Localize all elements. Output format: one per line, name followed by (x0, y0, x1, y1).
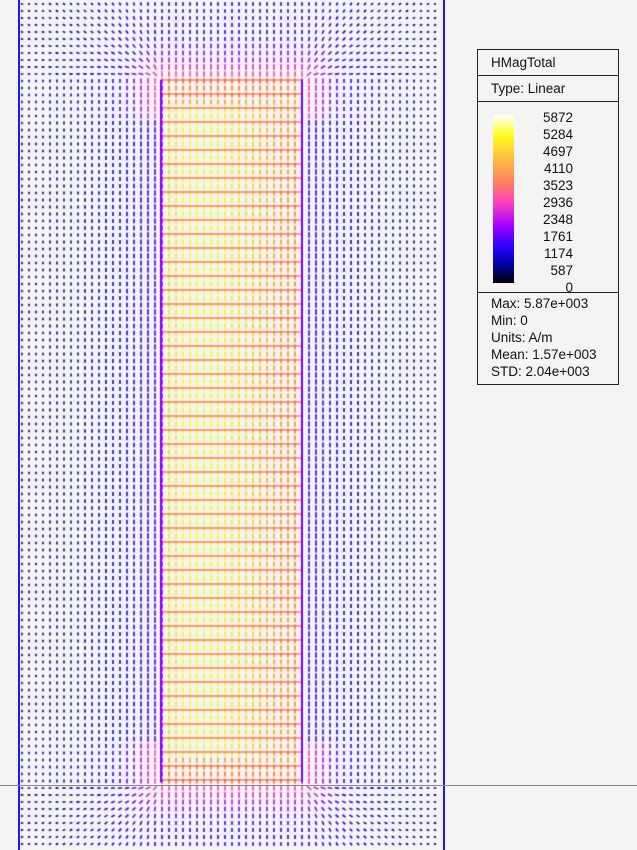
tick-label: 5284 (542, 127, 573, 142)
tick-label: 0 (565, 280, 573, 295)
legend-title: HMagTotal (478, 50, 618, 76)
tick-label: 587 (550, 263, 573, 278)
tick-label: 2348 (542, 212, 573, 227)
tick-label: 5872 (542, 110, 573, 125)
right-boundary-line (443, 0, 445, 850)
tick-label: 4110 (543, 161, 573, 176)
legend-type: Type: Linear (478, 76, 618, 102)
legend-panel[interactable]: HMagTotal Type: Linear 5872 5284 4697 41… (477, 49, 619, 385)
axis-line (0, 785, 637, 786)
stat-units: Units: A/m (491, 330, 553, 345)
tick-label: 1761 (542, 229, 573, 244)
colorbar (493, 115, 514, 283)
colorbar-section: 5872 5284 4697 4110 3523 2936 2348 1761 … (478, 102, 618, 295)
tick-label: 1174 (543, 246, 573, 261)
stat-min: Min: 0 (491, 313, 528, 328)
tick-label: 4697 (542, 144, 573, 159)
stat-max: Max: 5.87e+003 (491, 296, 589, 311)
tick-label: 3523 (542, 178, 573, 193)
tick-label: 2936 (542, 195, 573, 210)
stats-section: Max: 5.87e+003 Min: 0 Units: A/m Mean: 1… (478, 293, 618, 384)
stat-mean: Mean: 1.57e+003 (491, 347, 597, 362)
stat-std: STD: 2.04e+003 (491, 364, 590, 379)
left-boundary-line (18, 0, 20, 850)
